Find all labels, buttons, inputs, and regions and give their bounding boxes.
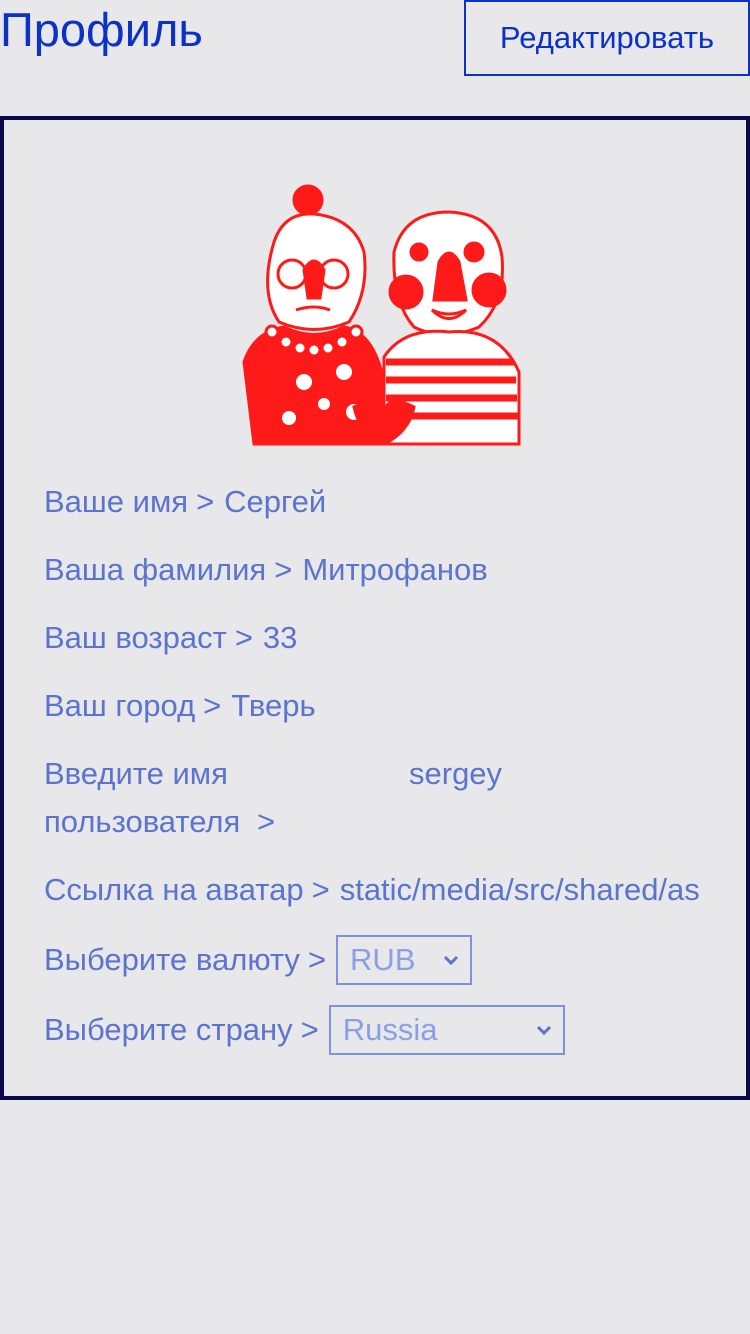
avatar-illustration	[242, 184, 521, 446]
age-row: Ваш возраст > 33	[44, 614, 714, 662]
separator: >	[311, 872, 330, 907]
username-value: sergey	[409, 756, 503, 791]
currency-select[interactable]: RUB	[336, 935, 473, 985]
last-name-label: Ваша фамилия	[44, 552, 267, 587]
city-row: Ваш город > Тверь	[44, 682, 714, 730]
separator: >	[234, 620, 253, 655]
chevron-down-icon	[536, 1025, 551, 1036]
username-label: Введите имя пользователя	[44, 756, 241, 839]
separator: >	[300, 1012, 319, 1047]
last-name-value: Митрофанов	[302, 552, 488, 587]
country-label: Выберите страну	[44, 1012, 293, 1047]
currency-row: Выберите валюту > RUB	[44, 935, 714, 985]
country-select-value: Russia	[342, 1012, 438, 1047]
chevron-down-icon	[443, 955, 459, 966]
age-label: Ваш возраст	[44, 620, 227, 655]
country-select[interactable]: Russia	[328, 1005, 565, 1055]
country-row: Выберите страну > Russia	[44, 1005, 714, 1055]
separator: >	[307, 942, 327, 977]
separator: >	[196, 484, 215, 519]
separator: >	[256, 804, 276, 839]
last-name-row: Ваша фамилия > Митрофанов	[44, 546, 714, 594]
first-name-value: Сергей	[224, 484, 327, 519]
username-row: Введите имя пользователя > sergey	[44, 750, 714, 846]
edit-button[interactable]: Редактировать	[464, 0, 750, 76]
currency-label: Выберите валюту	[44, 942, 300, 977]
city-value: Тверь	[231, 688, 316, 723]
city-label: Ваш город	[44, 688, 196, 723]
avatar-link-label: Ссылка на аватар	[44, 872, 304, 907]
page-title: Профиль	[0, 3, 203, 56]
first-name-row: Ваше имя > Сергей	[44, 478, 714, 526]
age-value: 33	[262, 620, 298, 655]
username-label-wrap: Введите имя пользователя >	[44, 750, 409, 846]
profile-card: Ваше имя > Сергей Ваша фамилия > Митрофа…	[0, 116, 750, 1100]
header: Профиль Редактировать	[0, 0, 750, 90]
avatar-link-row: Ссылка на аватар > static/media/src/shar…	[44, 866, 714, 914]
avatar-link-value: static/media/src/shared/as	[339, 872, 700, 907]
currency-select-value: RUB	[350, 942, 416, 977]
first-name-label: Ваше имя	[44, 484, 189, 519]
separator: >	[203, 688, 222, 723]
separator: >	[274, 552, 293, 587]
